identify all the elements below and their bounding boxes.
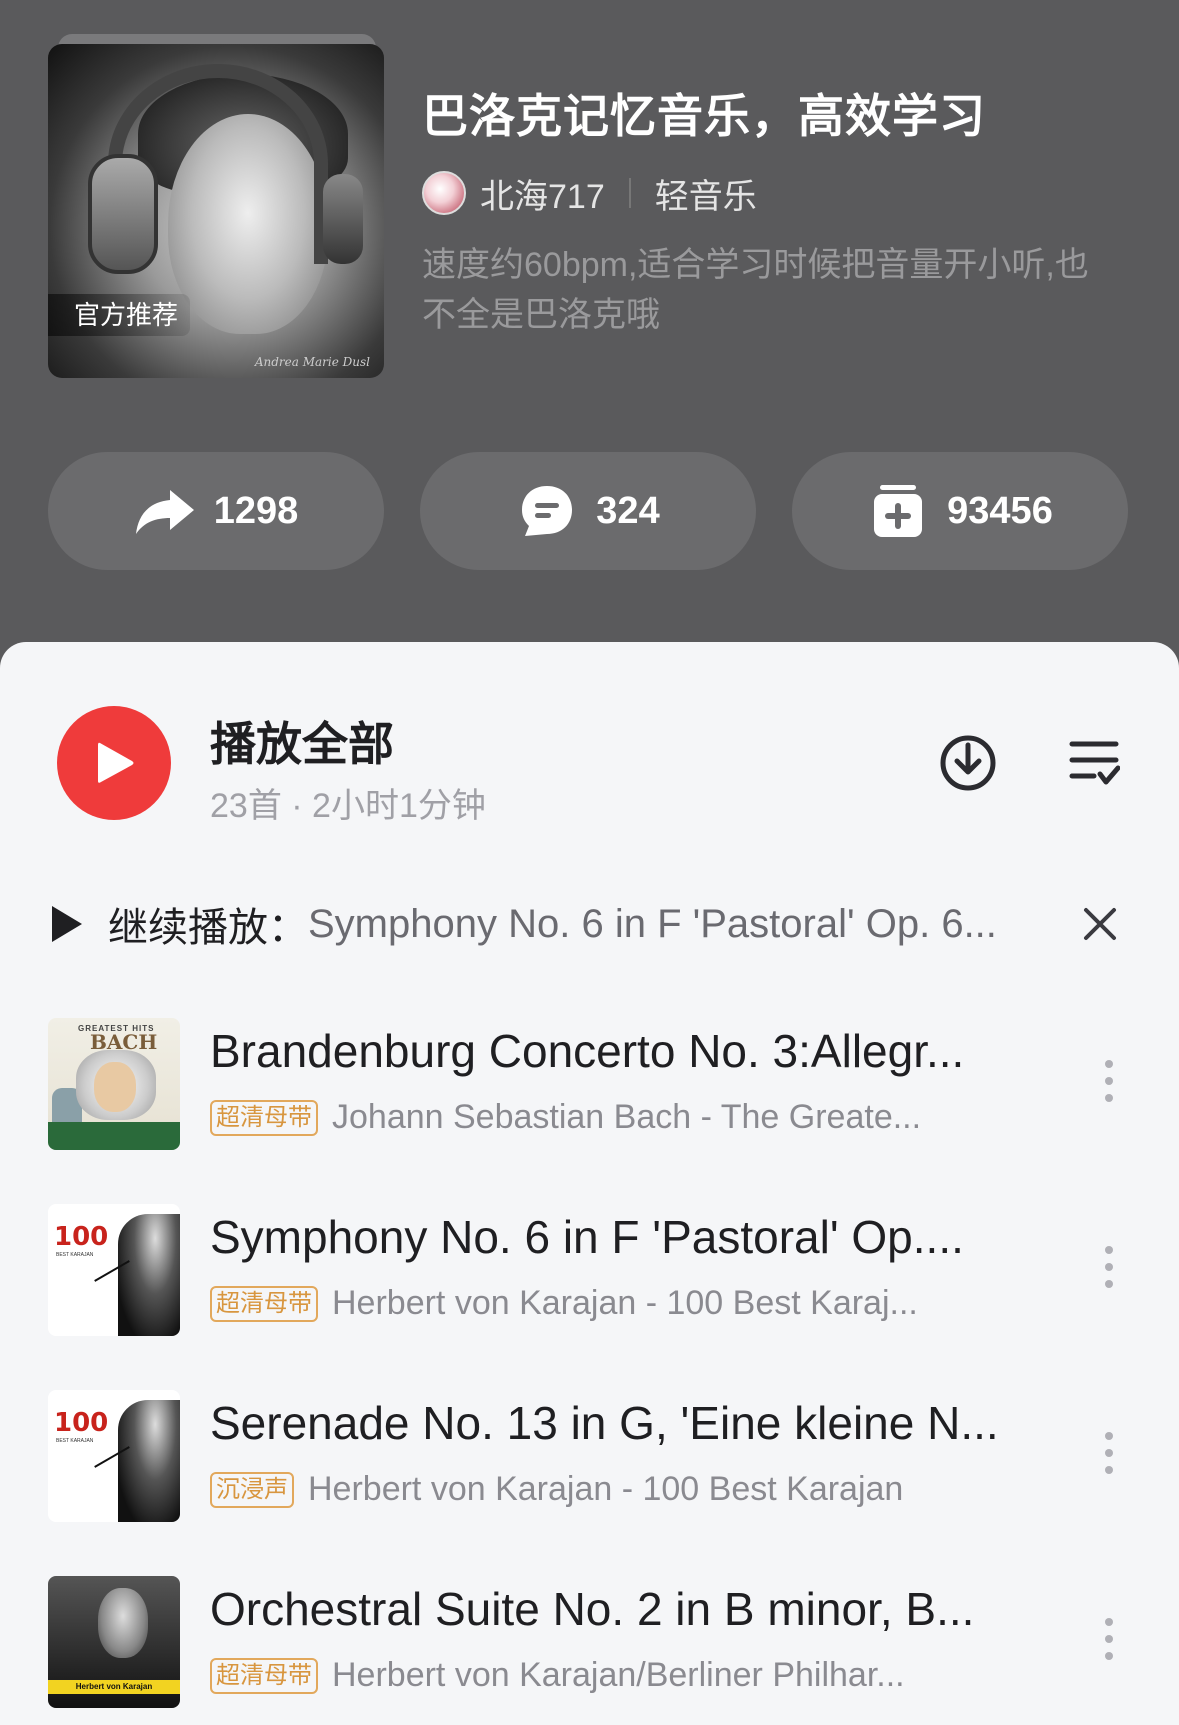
thumb-band <box>48 1122 180 1150</box>
multiselect-button[interactable] <box>1068 738 1121 788</box>
thumb-text: BEST KARAJAN <box>56 1438 94 1444</box>
share-count: 1298 <box>213 489 299 532</box>
song-title: Brandenburg Concerto No. 3:Allegr... <box>210 1025 965 1077</box>
download-icon <box>940 735 996 791</box>
thumb-title: 100 <box>54 1408 109 1438</box>
more-icon[interactable] <box>1098 1060 1120 1110</box>
song-thumbnail: 100 BEST KARAJAN <box>48 1204 180 1336</box>
comment-count: 324 <box>596 489 660 532</box>
creator-row[interactable]: 北海717 轻音乐 <box>422 168 757 218</box>
headphone-earcup-right <box>323 174 363 264</box>
song-meta: 超清母带 Herbert von Karajan - 100 Best Kara… <box>210 1284 918 1323</box>
official-badge: 官方推荐 <box>48 294 191 336</box>
play-all-meta: 23首 · 2小时1分钟 <box>210 787 486 825</box>
resume-playback-row[interactable]: 继续播放： Symphony No. 6 in F 'Pastoral' Op.… <box>48 892 1138 956</box>
more-icon[interactable] <box>1098 1618 1120 1668</box>
song-row[interactable]: GREATEST HITS BACH Brandenburg Concerto … <box>0 1018 1179 1168</box>
song-title: Orchestral Suite No. 2 in B minor, B... <box>210 1583 975 1635</box>
quality-tag: 超清母带 <box>210 1099 318 1136</box>
song-title: Symphony No. 6 in F 'Pastoral' Op.... <box>210 1211 964 1263</box>
song-thumbnail: GREATEST HITS BACH <box>48 1018 180 1150</box>
more-icon[interactable] <box>1098 1246 1120 1296</box>
resume-song: Symphony No. 6 in F 'Pastoral' Op. 6... <box>308 901 997 946</box>
thumb-conductor <box>118 1400 180 1522</box>
playlist-description[interactable]: 速度约60bpm,适合学习时候把音量开小听,也不全是巴洛克哦 <box>422 240 1122 340</box>
download-button[interactable] <box>938 733 998 793</box>
close-icon[interactable] <box>1078 902 1122 946</box>
resume-label: 继续播放： <box>108 906 308 950</box>
play-all-button[interactable] <box>57 706 171 820</box>
quality-tag: 超清母带 <box>210 1657 318 1694</box>
genre-tag[interactable]: 轻音乐 <box>655 169 757 218</box>
share-button[interactable]: 1298 <box>48 452 384 570</box>
quality-tag: 沉浸声 <box>210 1471 294 1508</box>
cover-signature: Andrea Marie Dusl <box>254 355 370 369</box>
more-icon[interactable] <box>1098 1432 1120 1482</box>
thumb-portrait <box>98 1588 148 1658</box>
comment-button[interactable]: 324 <box>420 452 756 570</box>
play-all-label[interactable]: 播放全部 <box>210 708 394 774</box>
playlist-cover[interactable]: Andrea Marie Dusl 官方推荐 <box>48 44 384 378</box>
share-icon <box>134 480 196 542</box>
thumb-face <box>94 1062 136 1112</box>
thumb-title: BACH <box>90 1030 158 1054</box>
song-meta: 沉浸声 Herbert von Karajan - 100 Best Karaj… <box>210 1470 903 1509</box>
song-list-sheet <box>0 642 1179 1725</box>
song-meta: 超清母带 Johann Sebastian Bach - The Greate.… <box>210 1098 921 1137</box>
collect-button[interactable]: 93456 <box>792 452 1128 570</box>
song-artist: Herbert von Karajan - 100 Best Karaj... <box>332 1284 918 1322</box>
song-title: Serenade No. 13 in G, 'Eine kleine N... <box>210 1397 999 1449</box>
play-icon <box>98 742 134 783</box>
comment-icon <box>516 480 578 542</box>
thumb-text: BEST KARAJAN <box>56 1252 94 1258</box>
collect-count: 93456 <box>947 489 1053 532</box>
thumb-conductor <box>118 1214 180 1336</box>
song-row[interactable]: 100 BEST KARAJAN Symphony No. 6 in F 'Pa… <box>0 1204 1179 1354</box>
playlist-title: 巴洛克记忆音乐，高效学习 <box>422 90 986 142</box>
song-meta: 超清母带 Herbert von Karajan/Berliner Philha… <box>210 1656 905 1695</box>
song-artist: Herbert von Karajan - 100 Best Karajan <box>308 1470 904 1508</box>
quality-tag: 超清母带 <box>210 1285 318 1322</box>
thumb-text: Herbert von Karajan <box>48 1680 180 1694</box>
headphone-earcup <box>88 154 158 274</box>
multiselect-icon <box>1069 741 1121 785</box>
divider <box>628 178 631 208</box>
collect-icon <box>867 480 929 542</box>
thumb-title: 100 <box>54 1222 109 1252</box>
creator-name[interactable]: 北海717 <box>480 169 605 218</box>
song-artist: Herbert von Karajan/Berliner Philhar... <box>332 1656 905 1694</box>
song-row[interactable]: Herbert von Karajan Orchestral Suite No.… <box>0 1576 1179 1725</box>
song-thumbnail: Herbert von Karajan <box>48 1576 180 1708</box>
song-thumbnail: 100 BEST KARAJAN <box>48 1390 180 1522</box>
song-row[interactable]: 100 BEST KARAJAN Serenade No. 13 in G, '… <box>0 1390 1179 1540</box>
song-artist: Johann Sebastian Bach - The Greate... <box>332 1098 922 1136</box>
creator-avatar[interactable] <box>422 171 466 215</box>
play-icon <box>52 906 82 942</box>
playlist-header: Andrea Marie Dusl 官方推荐 巴洛克记忆音乐，高效学习 北海71… <box>0 0 1179 680</box>
